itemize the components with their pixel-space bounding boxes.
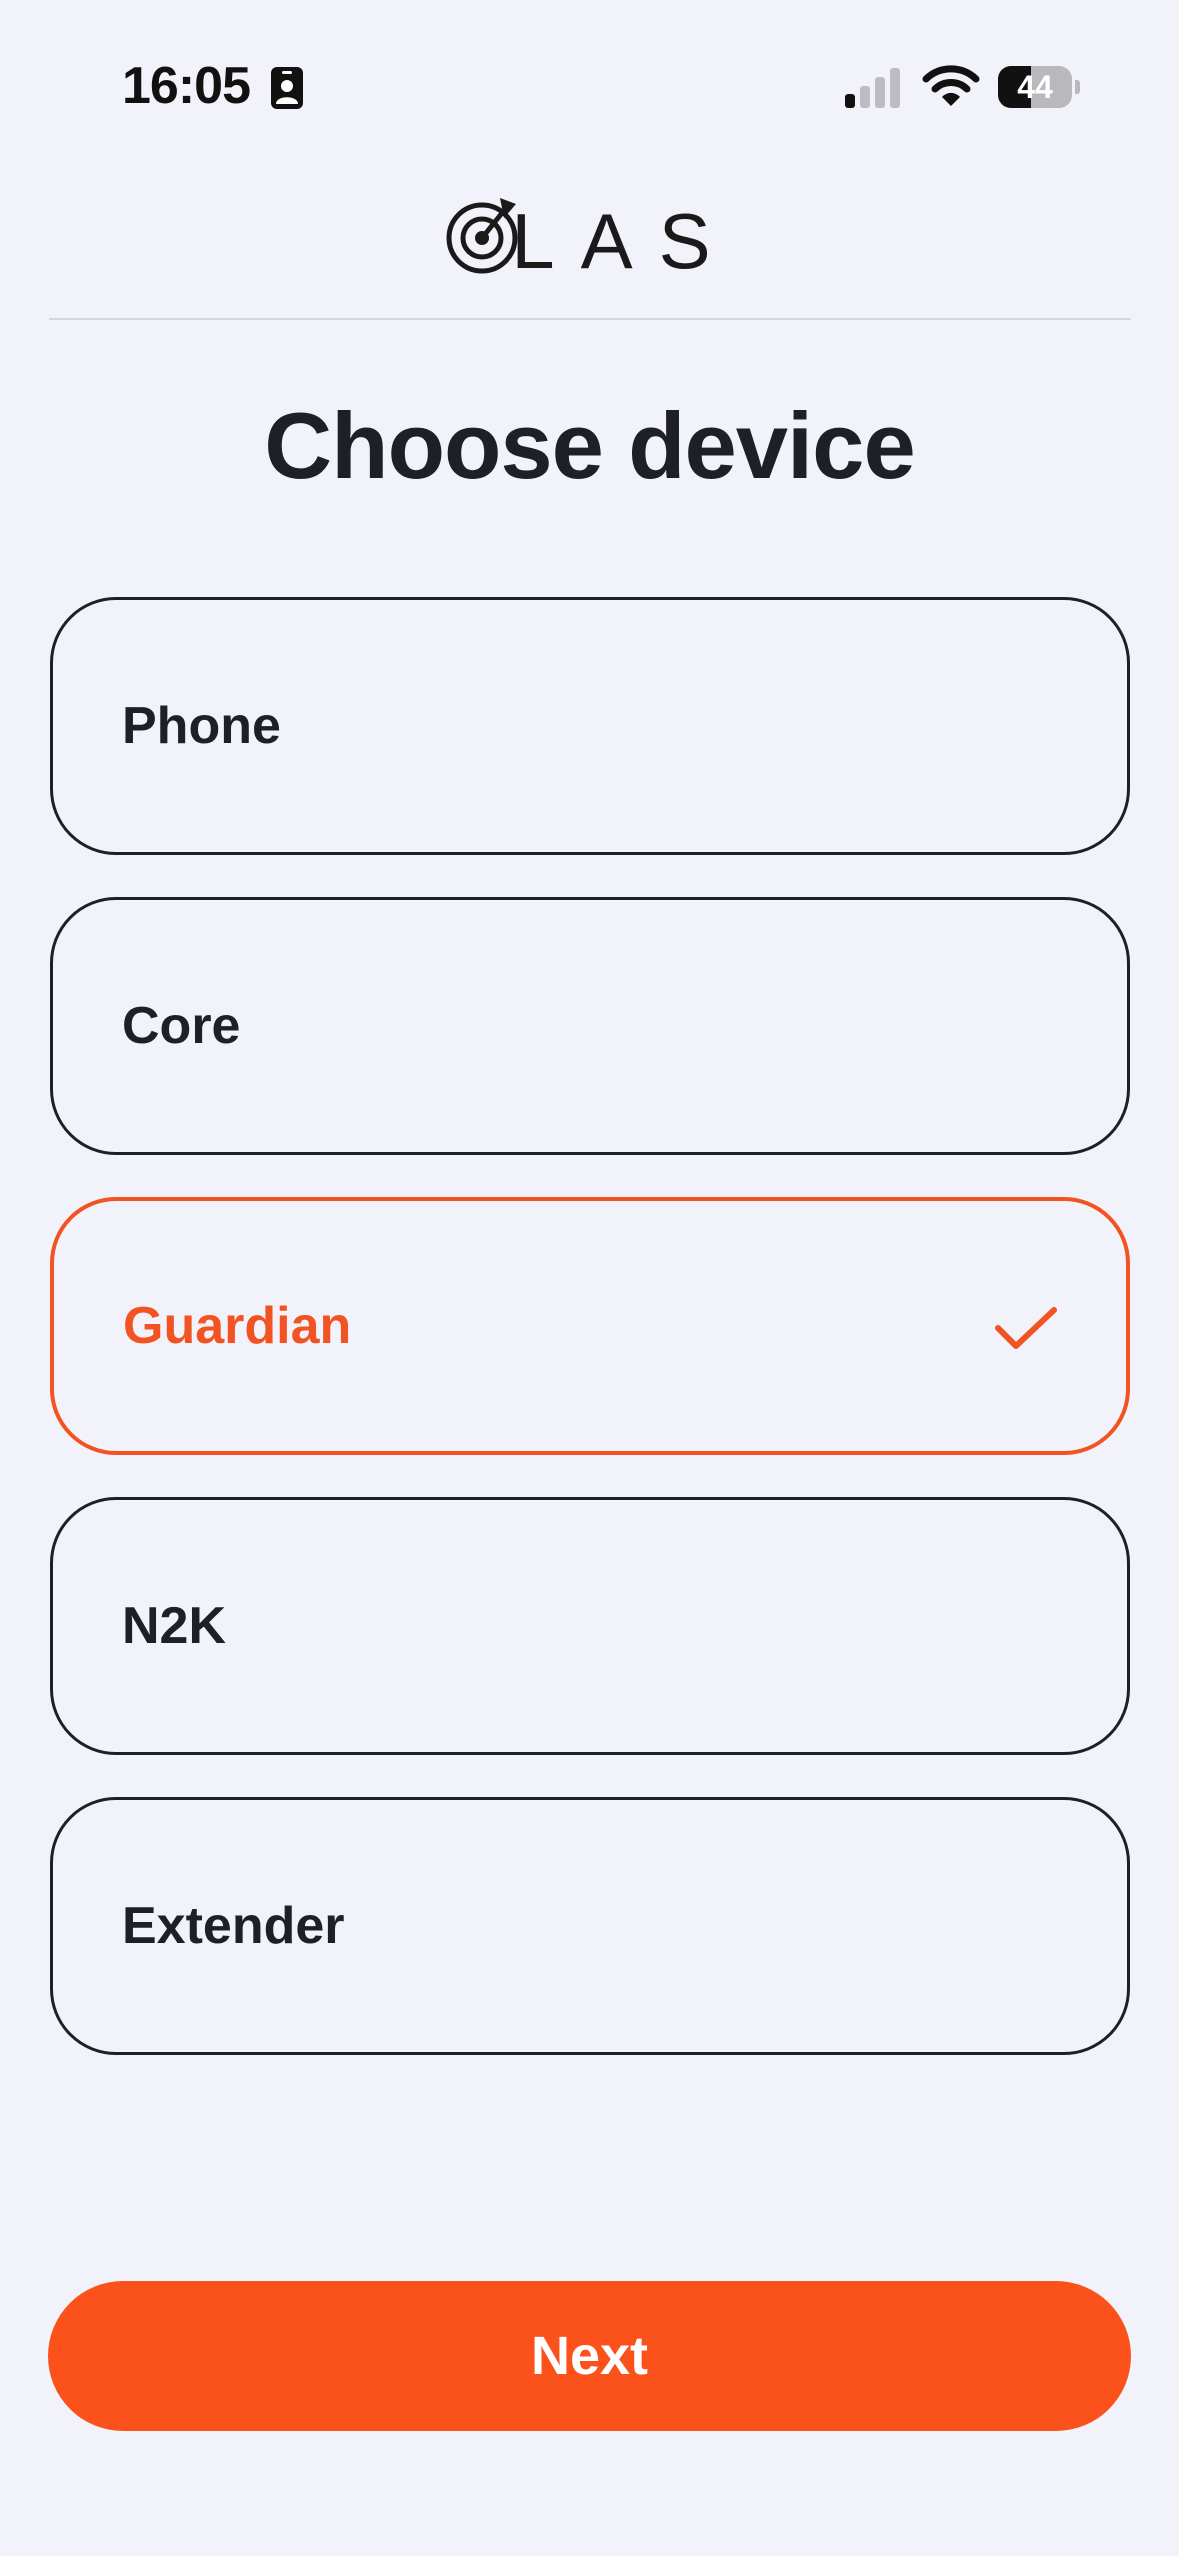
device-option-extender[interactable]: Extender bbox=[50, 1797, 1130, 2055]
battery-level: 44 bbox=[1017, 69, 1053, 105]
battery-cap bbox=[1075, 80, 1080, 94]
device-option-guardian[interactable]: Guardian bbox=[50, 1197, 1130, 1455]
page-title: Choose device bbox=[264, 393, 915, 498]
status-time: 16:05 bbox=[122, 57, 251, 115]
battery-body: 44 bbox=[998, 66, 1072, 108]
app-logo: LAS bbox=[446, 197, 736, 276]
device-option-label: Core bbox=[122, 997, 241, 1055]
device-option-label: Phone bbox=[122, 697, 281, 755]
target-icon bbox=[446, 198, 518, 274]
device-option-label: Guardian bbox=[123, 1297, 352, 1355]
status-bar: 16:05 44 bbox=[0, 0, 1179, 170]
next-button[interactable]: Next bbox=[48, 2281, 1131, 2431]
device-option-phone[interactable]: Phone bbox=[50, 597, 1130, 855]
device-option-label: Extender bbox=[122, 1897, 345, 1955]
device-option-core[interactable]: Core bbox=[50, 897, 1130, 1155]
header-divider bbox=[49, 318, 1131, 320]
checkmark-icon bbox=[995, 1307, 1057, 1349]
device-option-n2k[interactable]: N2K bbox=[50, 1497, 1130, 1755]
wifi-icon bbox=[922, 65, 980, 106]
device-option-label: N2K bbox=[122, 1597, 227, 1655]
cellular-signal-icon bbox=[845, 68, 900, 108]
battery-indicator: 44 bbox=[998, 66, 1080, 108]
contact-card-icon bbox=[271, 67, 303, 109]
logo-text: LAS bbox=[511, 197, 736, 276]
